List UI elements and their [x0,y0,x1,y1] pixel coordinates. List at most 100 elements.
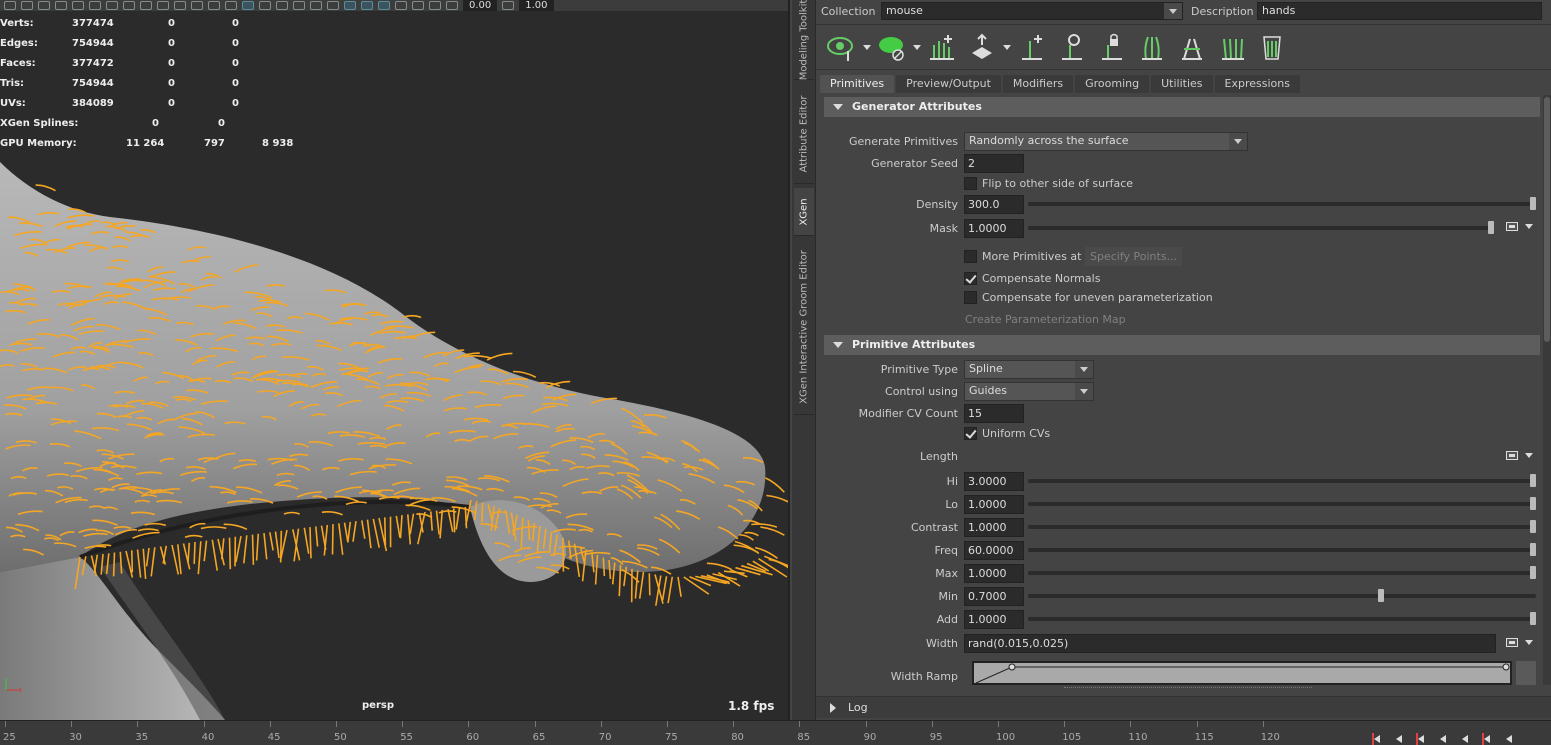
slider-track[interactable] [1028,566,1536,579]
step-forward-frame-icon[interactable] [1482,733,1494,745]
length-map-icon[interactable] [1506,451,1518,460]
slider-handle[interactable] [1530,566,1536,579]
width-map-icon[interactable] [1506,638,1518,647]
film-gate-icon[interactable] [123,1,135,10]
attributes-scrollbar[interactable] [1543,95,1551,685]
slider-value-field[interactable]: 1.0000 [964,610,1024,629]
slider-value-field[interactable]: 3.0000 [964,472,1024,491]
viewport-panel[interactable]: 0.00 1.00 Verts: 377474 0 0 Edges: 754944 0 0 Fa… [0,0,790,720]
viewport-canvas[interactable] [0,12,790,720]
compensate-uneven-checkbox[interactable] [964,291,977,304]
step-forward-key-icon[interactable] [1504,733,1516,745]
slider-handle[interactable] [1530,520,1536,533]
slider-track[interactable] [1028,520,1536,533]
specify-points-button[interactable]: Specify Points... [1085,247,1183,266]
collection-dropdown[interactable]: mouse [881,2,1183,20]
slider-handle[interactable] [1488,221,1494,234]
slider-value-field[interactable]: 1.0000 [964,564,1024,583]
resolution-gate-icon[interactable] [140,1,152,10]
slider-track[interactable] [1028,474,1536,487]
width-expression-field[interactable]: rand(0.015,0.025) [964,634,1496,653]
more-primitives-checkbox[interactable] [964,250,977,263]
add-guides-icon[interactable] [922,27,962,67]
flip-guides-icon[interactable] [1172,27,1212,67]
tab-expressions[interactable]: Expressions [1214,75,1300,93]
tab-primitives[interactable]: Primitives [820,75,895,93]
wireframe-icon[interactable] [225,1,237,10]
preview-primitives-icon[interactable] [872,27,912,67]
generate-primitives-dropdown[interactable]: Randomly across the surface [964,132,1248,151]
slider-track[interactable] [1028,589,1536,602]
guide-move-icon[interactable] [962,27,1002,67]
attributes-scroll-area[interactable]: Generator Attributes Generate Primitives… [824,95,1540,685]
slider-value-field[interactable]: 0.7000 [964,587,1024,606]
mask-slider[interactable] [1028,221,1494,234]
grease-pencil-icon[interactable] [89,1,101,10]
density-slider[interactable] [1028,197,1536,210]
tab-preview-output[interactable]: Preview/Output [896,75,1001,93]
high-quality-icon[interactable] [378,1,390,10]
visibility-dropdown-icon[interactable] [862,42,872,52]
xray-icon[interactable] [344,1,356,10]
isolate-select-icon[interactable] [361,1,373,10]
smooth-shade-icon[interactable] [242,1,254,10]
step-back-key-icon[interactable] [1394,733,1406,745]
bookmarks-icon[interactable] [38,1,50,10]
tab-modeling-toolkit[interactable]: Modeling Toolkit [794,0,814,80]
width-dropdown-icon[interactable] [1524,638,1534,648]
gamma-icon[interactable] [502,1,515,10]
add-guide-icon[interactable] [1012,27,1052,67]
slider-value-field[interactable]: 1.0000 [964,518,1024,537]
ambient-occlusion-icon[interactable] [327,1,339,10]
log-section[interactable]: Log [816,696,1551,718]
slider-value-field[interactable]: 1.0000 [964,495,1024,514]
control-using-dropdown[interactable]: Guides [964,382,1094,401]
length-dropdown-icon[interactable] [1524,451,1534,461]
bake-guides-icon[interactable] [1252,27,1292,67]
compensate-normals-checkbox[interactable] [964,272,977,285]
camera-attributes-icon[interactable] [21,1,33,10]
slider-track[interactable] [1028,543,1536,556]
slider-handle[interactable] [1530,197,1536,210]
slider-handle[interactable] [1530,543,1536,556]
density-field[interactable]: 300.0 [964,195,1024,214]
step-back-frame-icon[interactable] [1416,733,1428,745]
depth-of-field-icon[interactable] [395,1,407,10]
mask-map-icon[interactable] [1506,222,1518,231]
gamma-field[interactable]: 1.00 [519,0,554,11]
scrollbar-thumb[interactable] [1544,97,1550,342]
slider-handle[interactable] [1377,589,1384,602]
guide-move-dropdown-icon[interactable] [1002,42,1012,52]
2d-pan-zoom-icon[interactable] [72,1,84,10]
slider-handle[interactable] [1530,497,1536,510]
slider-handle[interactable] [1530,474,1536,487]
slider-track[interactable] [1028,612,1536,625]
play-forwards-icon[interactable] [1460,733,1472,745]
motion-blur-icon[interactable] [412,1,424,10]
mask-dropdown-icon[interactable] [1524,222,1534,232]
flip-checkbox[interactable] [964,177,977,190]
image-plane-icon[interactable] [55,1,67,10]
anti-alias-icon[interactable] [429,1,441,10]
textured-icon[interactable] [276,1,288,10]
visibility-eye-icon[interactable] [822,27,862,67]
tab-utilities[interactable]: Utilities [1151,75,1213,93]
primitive-attributes-header[interactable]: Primitive Attributes [824,335,1540,355]
create-parameterization-map-button[interactable]: Create Parameterization Map [965,313,1126,326]
exposure-icon[interactable] [446,1,458,10]
use-lights-icon[interactable] [293,1,305,10]
lock-guide-icon[interactable] [1092,27,1132,67]
tab-grooming[interactable]: Grooming [1075,75,1150,93]
modifier-cv-count-field[interactable]: 15 [964,404,1024,423]
panel-resize-grip[interactable] [1064,687,1312,690]
go-to-start-icon[interactable] [1372,733,1384,745]
safe-action-icon[interactable] [191,1,203,10]
field-chart-icon[interactable] [174,1,186,10]
tab-attribute-editor[interactable]: Attribute Editor [794,84,814,184]
slider-track[interactable] [1028,497,1536,510]
play-backwards-icon[interactable] [1438,733,1450,745]
width-ramp-widget[interactable] [972,661,1512,685]
select-guide-icon[interactable] [1052,27,1092,67]
primitive-type-dropdown[interactable]: Spline [964,360,1094,379]
normalize-guides-icon[interactable] [1212,27,1252,67]
